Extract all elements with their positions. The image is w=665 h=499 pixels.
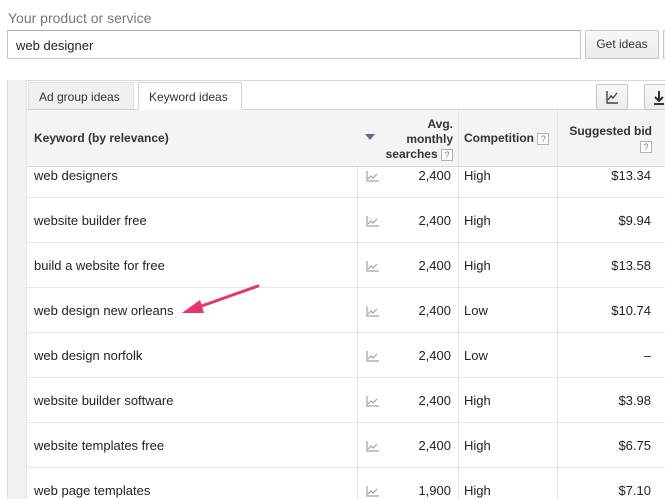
header-avg-line1: Avg. [427, 117, 453, 131]
competition-cell: High [464, 483, 491, 498]
competition-cell: High [464, 258, 491, 273]
search-label: Your product or service [8, 10, 152, 26]
suggested-bid-cell: $3.98 [618, 393, 651, 408]
tab-ad-group-ideas[interactable]: Ad group ideas [28, 82, 134, 110]
avg-searches-cell: 1,900 [418, 483, 451, 498]
header-bid-label: Suggested bid [569, 124, 652, 138]
keyword-cell[interactable]: web design norfolk [34, 348, 142, 363]
help-icon[interactable]: ? [640, 140, 652, 153]
avg-searches-cell: 2,400 [418, 348, 451, 363]
suggested-bid-cell: $7.10 [618, 483, 651, 498]
avg-searches-cell: 2,400 [418, 303, 451, 318]
competition-cell: Low [464, 348, 488, 363]
keyword-cell[interactable]: build a website for free [34, 258, 165, 273]
trend-chart-icon[interactable] [366, 351, 379, 362]
header-avg-line2: monthly [406, 132, 453, 146]
avg-searches-cell: 2,400 [418, 393, 451, 408]
panel-top-border [7, 80, 665, 81]
avg-searches-cell: 2,400 [418, 258, 451, 273]
avg-searches-cell: 2,400 [418, 213, 451, 228]
trend-chart-icon[interactable] [366, 486, 379, 497]
trend-chart-icon[interactable] [366, 171, 379, 182]
table-row[interactable]: build a website for free 2,400 High $13.58 [27, 243, 665, 288]
table-row[interactable]: web page templates 1,900 High $7.10 [27, 468, 665, 499]
header-suggested-bid[interactable]: Suggested bid ? [569, 124, 652, 154]
suggested-bid-cell: $6.75 [618, 438, 651, 453]
column-divider [458, 110, 459, 499]
help-icon[interactable]: ? [537, 132, 550, 145]
table-row[interactable]: web design new orleans 2,400 Low $10.74 [27, 288, 665, 333]
table-row[interactable]: web designers 2,400 High $13.34 [27, 153, 665, 198]
keyword-cell[interactable]: web design new orleans [34, 303, 173, 318]
suggested-bid-cell: – [643, 348, 651, 363]
table-row[interactable]: website builder software 2,400 High $3.98 [27, 378, 665, 423]
keyword-cell[interactable]: website templates free [34, 438, 164, 453]
suggested-bid-cell: $13.34 [611, 168, 651, 183]
keyword-cell[interactable]: website builder free [34, 213, 147, 228]
competition-cell: High [464, 393, 491, 408]
trend-chart-icon[interactable] [366, 216, 379, 227]
table-row[interactable]: website builder free 2,400 High $9.94 [27, 198, 665, 243]
keyword-cell[interactable]: web page templates [34, 483, 150, 498]
line-chart-icon [606, 91, 618, 104]
suggested-bid-cell: $13.58 [611, 258, 651, 273]
header-keyword[interactable]: Keyword (by relevance) [34, 131, 169, 145]
column-divider [557, 110, 558, 499]
suggested-bid-cell: $9.94 [618, 213, 651, 228]
pointer-arrow-annotation [182, 284, 260, 313]
download-icon [654, 91, 664, 105]
download-button[interactable] [644, 84, 665, 110]
competition-cell: High [464, 213, 491, 228]
get-ideas-button[interactable]: Get ideas [585, 30, 659, 59]
left-gutter [7, 80, 27, 499]
header-competition[interactable]: Competition ? [464, 131, 550, 145]
search-input[interactable]: web designer [7, 30, 581, 59]
tab-keyword-ideas[interactable]: Keyword ideas [138, 82, 242, 110]
trend-chart-icon[interactable] [366, 306, 379, 317]
trend-chart-icon[interactable] [366, 441, 379, 452]
sort-desc-icon[interactable] [365, 134, 375, 140]
trend-chart-icon[interactable] [366, 396, 379, 407]
competition-cell: Low [464, 303, 488, 318]
competition-cell: High [464, 168, 491, 183]
keyword-cell[interactable]: website builder software [34, 393, 173, 408]
competition-cell: High [464, 438, 491, 453]
table-row[interactable]: website templates free 2,400 High $6.75 [27, 423, 665, 468]
avg-searches-cell: 2,400 [418, 168, 451, 183]
suggested-bid-cell: $10.74 [611, 303, 651, 318]
column-divider [357, 167, 358, 499]
keyword-cell[interactable]: web designers [34, 168, 118, 183]
avg-searches-cell: 2,400 [418, 438, 451, 453]
header-bid-help-wrap: ? [569, 139, 652, 154]
table-row[interactable]: web design norfolk 2,400 Low – [27, 333, 665, 378]
header-competition-label: Competition [464, 131, 534, 145]
chart-toggle-button[interactable] [596, 84, 628, 110]
trend-chart-icon[interactable] [366, 261, 379, 272]
